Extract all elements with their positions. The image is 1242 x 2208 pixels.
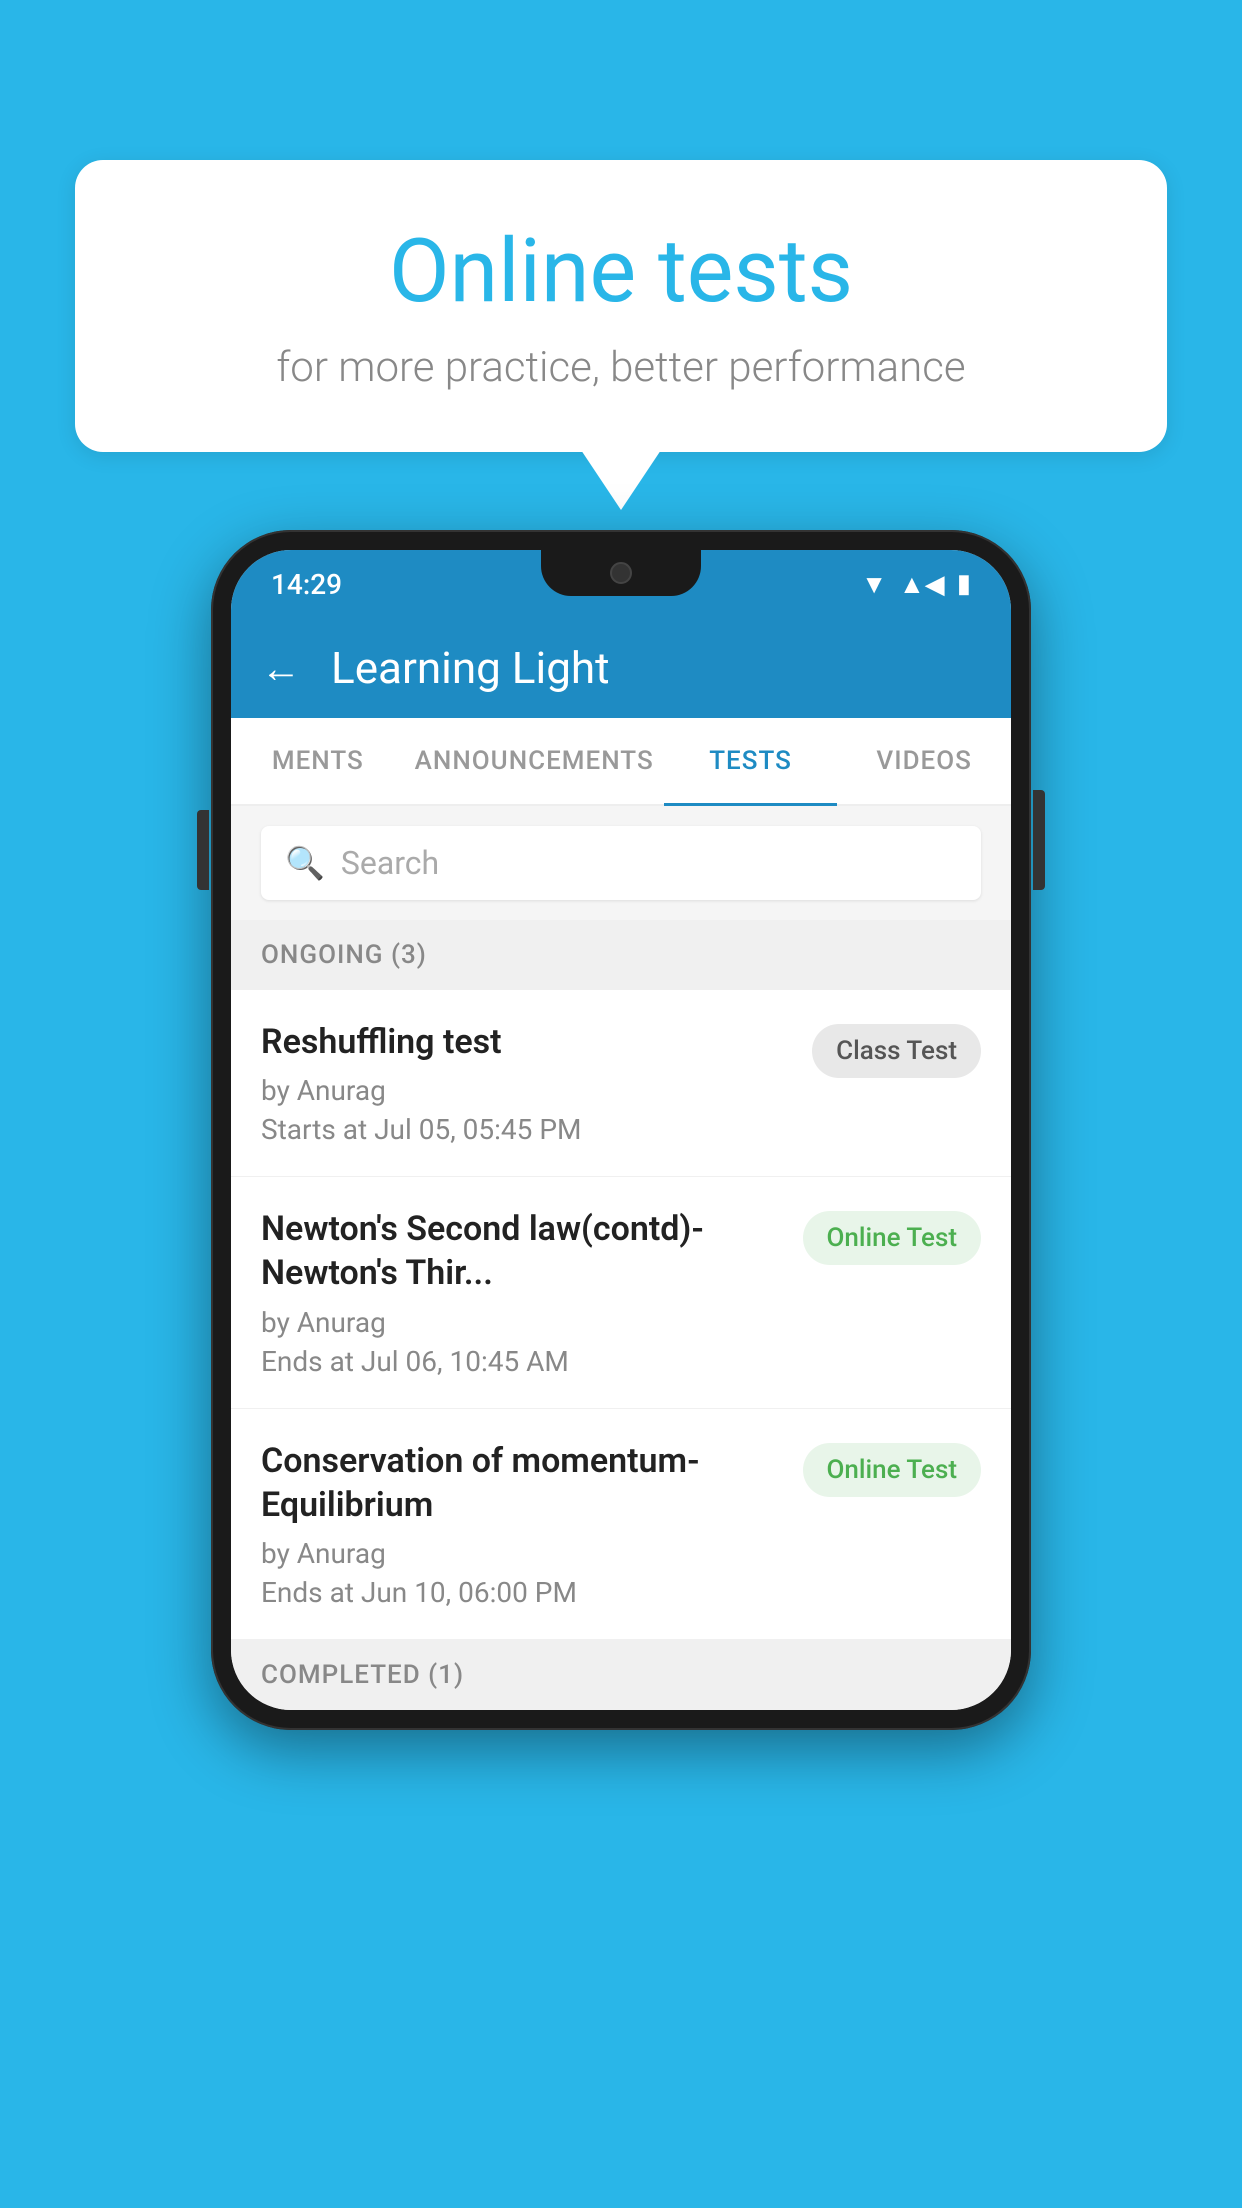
search-icon: 🔍 (285, 844, 325, 882)
ongoing-section-label: ONGOING (3) (231, 920, 1011, 990)
signal-icon: ▲◀ (899, 569, 945, 600)
test-time: Starts at Jul 05, 05:45 PM (261, 1113, 792, 1146)
test-time: Ends at Jul 06, 10:45 AM (261, 1345, 783, 1378)
phone-device: 14:29 ▼ ▲◀ ▮ ← Learning Light MENTS ANNO… (211, 530, 1031, 1730)
speech-bubble-arrow (581, 450, 661, 510)
app-title: Learning Light (331, 642, 610, 694)
status-time: 14:29 (271, 568, 342, 601)
test-time: Ends at Jun 10, 06:00 PM (261, 1576, 783, 1609)
speech-bubble: Online tests for more practice, better p… (75, 160, 1167, 452)
tab-ments[interactable]: MENTS (231, 718, 405, 804)
test-info: Conservation of momentum-Equilibrium by … (261, 1439, 783, 1609)
completed-section-label: COMPLETED (1) (231, 1640, 1011, 1710)
test-name: Reshuffling test (261, 1020, 792, 1064)
back-button[interactable]: ← (261, 645, 301, 692)
wifi-icon: ▼ (861, 569, 887, 600)
camera-dot (610, 562, 632, 584)
badge-online-test-2: Online Test (803, 1443, 982, 1497)
test-name: Newton's Second law(contd)-Newton's Thir… (261, 1207, 783, 1295)
badge-class-test: Class Test (812, 1024, 981, 1078)
tab-announcements[interactable]: ANNOUNCEMENTS (405, 718, 664, 804)
notch (541, 550, 701, 596)
speech-bubble-wrapper: Online tests for more practice, better p… (75, 160, 1167, 510)
test-info: Newton's Second law(contd)-Newton's Thir… (261, 1207, 783, 1377)
test-info: Reshuffling test by Anurag Starts at Jul… (261, 1020, 792, 1146)
search-box[interactable]: 🔍 Search (261, 826, 981, 900)
speech-bubble-subtitle: for more practice, better performance (155, 343, 1087, 392)
search-input[interactable]: Search (341, 844, 439, 882)
search-container: 🔍 Search (231, 806, 1011, 920)
tabs-bar: MENTS ANNOUNCEMENTS TESTS VIDEOS (231, 718, 1011, 806)
test-name: Conservation of momentum-Equilibrium (261, 1439, 783, 1527)
test-item[interactable]: Newton's Second law(contd)-Newton's Thir… (231, 1177, 1011, 1408)
test-item[interactable]: Conservation of momentum-Equilibrium by … (231, 1409, 1011, 1640)
test-by: by Anurag (261, 1537, 783, 1570)
status-bar: 14:29 ▼ ▲◀ ▮ (231, 550, 1011, 618)
test-by: by Anurag (261, 1306, 783, 1339)
tab-tests[interactable]: TESTS (664, 718, 838, 804)
phone-outer: 14:29 ▼ ▲◀ ▮ ← Learning Light MENTS ANNO… (211, 530, 1031, 1730)
speech-bubble-title: Online tests (155, 220, 1087, 323)
badge-online-test: Online Test (803, 1211, 982, 1265)
test-by: by Anurag (261, 1074, 792, 1107)
status-icons: ▼ ▲◀ ▮ (861, 569, 971, 600)
phone-screen: 14:29 ▼ ▲◀ ▮ ← Learning Light MENTS ANNO… (231, 550, 1011, 1710)
test-item[interactable]: Reshuffling test by Anurag Starts at Jul… (231, 990, 1011, 1177)
tab-videos[interactable]: VIDEOS (837, 718, 1011, 804)
app-bar: ← Learning Light (231, 618, 1011, 718)
battery-icon: ▮ (957, 569, 971, 599)
